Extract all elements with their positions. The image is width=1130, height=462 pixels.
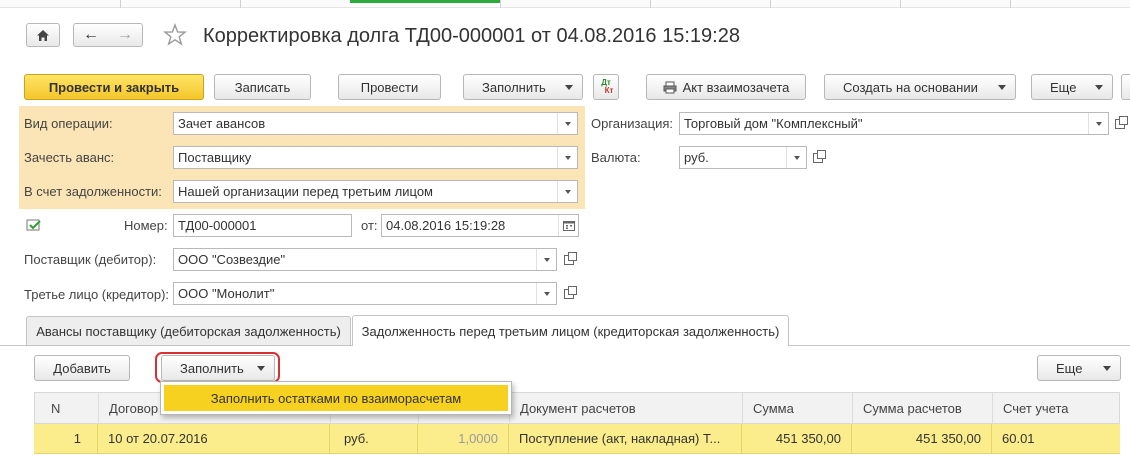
supplier-field[interactable]: ООО "Созвездие" xyxy=(173,248,557,271)
cell-amount: 451 350,00 xyxy=(741,424,851,453)
organization-field[interactable]: Торговый дом "Комплексный" xyxy=(679,112,1109,135)
cell-document: Поступление (акт, накладная) Т... xyxy=(508,424,741,453)
chevron-down-icon xyxy=(998,85,1006,90)
operation-type-value: Зачет авансов xyxy=(178,116,266,131)
third-party-label: Третье лицо (кредитор): xyxy=(24,287,170,302)
currency-open-button[interactable] xyxy=(808,146,828,169)
offset-advance-value: Поставщику xyxy=(178,150,252,165)
cell-n: 1 xyxy=(73,431,81,446)
debt-account-field[interactable]: Нашей организации перед третьим лицом xyxy=(173,180,578,203)
dropdown-arrow-icon[interactable] xyxy=(536,283,556,304)
supplier-open-button[interactable] xyxy=(559,248,579,271)
active-window-indicator xyxy=(350,0,500,3)
dropdown-arrow-icon[interactable] xyxy=(557,181,577,202)
date-value: 04.08.2016 15:19:28 xyxy=(386,218,506,233)
third-party-value: ООО "Монолит" xyxy=(178,286,275,301)
offset-act-button[interactable]: Акт взаимозачета xyxy=(646,74,806,100)
dt-kt-button[interactable]: Дт Кт xyxy=(593,74,619,100)
chevron-down-icon xyxy=(1095,85,1103,90)
number-value: ТД00-000001 xyxy=(178,218,257,233)
create-based-on-button[interactable]: Создать на основании xyxy=(824,74,1016,100)
operation-type-field[interactable]: Зачет авансов xyxy=(173,112,578,135)
more-label: Еще xyxy=(1050,79,1077,95)
third-party-field[interactable]: ООО "Монолит" xyxy=(173,282,557,305)
fill-dropdown-button[interactable]: Заполнить xyxy=(463,74,583,100)
table-more-label: Еще xyxy=(1056,360,1083,376)
tab-third-party-debt[interactable]: Задолженность перед третьим лицом (креди… xyxy=(352,315,789,346)
organization-open-button[interactable] xyxy=(1111,112,1129,135)
open-icon xyxy=(813,149,826,163)
date-label: от: xyxy=(361,218,378,233)
cell-contract: 10 от 20.07.2016 xyxy=(97,424,329,453)
dropdown-arrow-icon[interactable] xyxy=(557,147,577,168)
fill-with-balances-menu-item[interactable]: Заполнить остатками по взаиморасчетам xyxy=(164,385,508,411)
number-field[interactable]: ТД00-000001 xyxy=(173,214,352,237)
fill-popup-menu: Заполнить остатками по взаиморасчетам xyxy=(160,381,512,415)
highlight-ring xyxy=(155,352,280,383)
offset-act-label: Акт взаимозачета xyxy=(682,79,790,95)
debt-account-label: В счет задолженности: xyxy=(24,184,162,199)
offset-advance-field[interactable]: Поставщику xyxy=(173,146,578,169)
dt-kt-icon: Дт Кт xyxy=(601,78,614,95)
table-row[interactable]: 1 10 от 20.07.2016 руб. 1,0000 Поступлен… xyxy=(34,424,1120,454)
fill-label: Заполнить xyxy=(482,79,546,95)
favorite-star-icon[interactable] xyxy=(163,22,187,47)
offset-advance-label: Зачесть аванс: xyxy=(24,150,115,165)
column-header-settlement-amount[interactable]: Сумма расчетов xyxy=(852,393,992,423)
operation-type-label: Вид операции: xyxy=(24,116,113,131)
cell-settlement-amount: 451 350,00 xyxy=(851,424,991,453)
currency-value: руб. xyxy=(684,150,709,165)
dropdown-arrow-icon[interactable] xyxy=(786,147,806,168)
dropdown-arrow-icon[interactable] xyxy=(1088,113,1108,134)
number-label: Номер: xyxy=(124,218,168,233)
forward-arrow-icon[interactable]: → xyxy=(117,26,133,44)
dropdown-arrow-icon[interactable] xyxy=(557,113,577,134)
printer-icon xyxy=(663,81,677,93)
help-button[interactable] xyxy=(1121,74,1130,100)
save-button[interactable]: Записать xyxy=(214,74,311,100)
page-title: Корректировка долга ТД00-000001 от 04.08… xyxy=(203,25,740,47)
tab-supplier-advances[interactable]: Авансы поставщику (дебиторская задолженн… xyxy=(26,316,351,345)
column-header-amount[interactable]: Сумма xyxy=(742,393,852,423)
supplier-value: ООО "Созвездие" xyxy=(178,252,286,267)
post-and-close-button[interactable]: Провести и закрыть xyxy=(24,74,204,100)
create-based-on-label: Создать на основании xyxy=(843,79,978,95)
currency-label: Валюта: xyxy=(591,150,641,165)
debt-account-value: Нашей организации перед третьим лицом xyxy=(178,184,433,199)
organization-value: Торговый дом "Комплексный" xyxy=(684,116,863,131)
open-icon xyxy=(1115,115,1128,129)
dropdown-arrow-icon[interactable] xyxy=(536,249,556,270)
organization-label: Организация: xyxy=(591,116,674,131)
top-strip xyxy=(0,0,1130,8)
back-arrow-icon[interactable]: ← xyxy=(83,26,99,44)
cell-currency: руб. xyxy=(329,424,417,453)
third-party-open-button[interactable] xyxy=(559,282,579,305)
column-header-document[interactable]: Документ расчетов xyxy=(509,393,742,423)
post-button[interactable]: Провести xyxy=(338,74,441,100)
more-button[interactable]: Еще xyxy=(1031,74,1113,100)
column-header-n[interactable]: N xyxy=(35,393,98,423)
posted-status-icon xyxy=(26,218,42,232)
cell-rate: 1,0000 xyxy=(417,424,508,453)
open-icon xyxy=(564,251,577,265)
currency-field[interactable]: руб. xyxy=(679,146,807,169)
chevron-down-icon xyxy=(1103,366,1111,371)
supplier-label: Поставщик (дебитор): xyxy=(24,252,157,267)
table-more-button[interactable]: Еще xyxy=(1037,355,1121,381)
date-field[interactable]: 04.08.2016 15:19:28 xyxy=(381,214,579,237)
calendar-icon[interactable] xyxy=(558,215,578,236)
column-header-account[interactable]: Счет учета xyxy=(992,393,1120,423)
history-nav: ← → xyxy=(73,23,143,47)
home-icon xyxy=(37,29,49,41)
open-icon xyxy=(564,285,577,299)
home-button[interactable] xyxy=(26,23,60,47)
chevron-down-icon xyxy=(565,85,573,90)
add-button[interactable]: Добавить xyxy=(34,355,130,381)
cell-account: 60.01 xyxy=(991,424,1119,453)
